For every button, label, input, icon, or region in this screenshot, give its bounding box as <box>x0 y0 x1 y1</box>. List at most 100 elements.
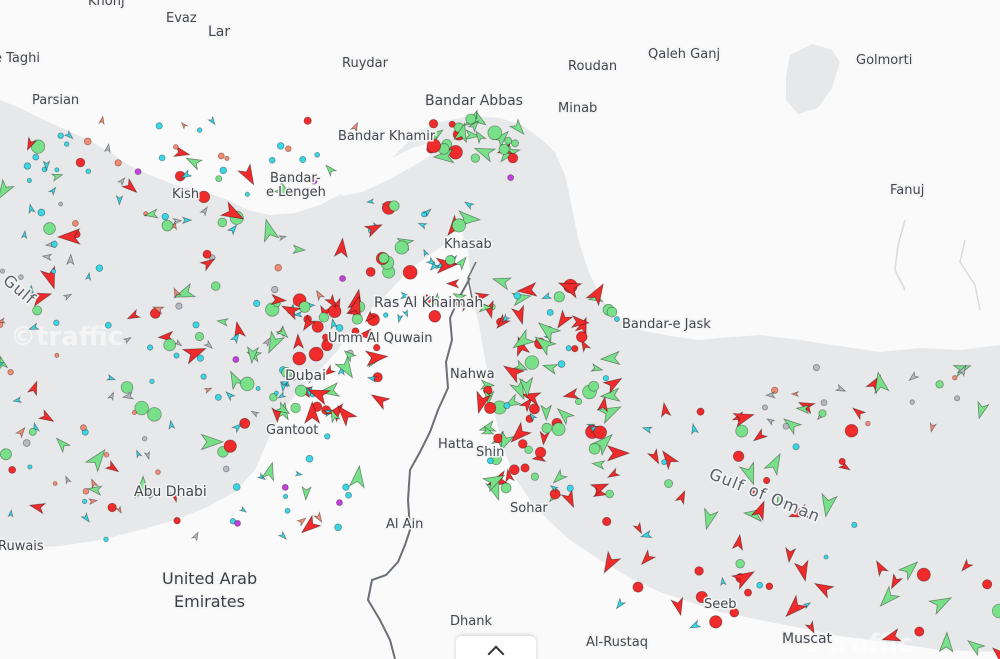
vessel-marker[interactable] <box>155 469 161 475</box>
vessel-marker[interactable] <box>85 168 92 175</box>
vessel-marker[interactable] <box>823 554 829 560</box>
vessel-marker[interactable] <box>53 319 60 326</box>
vessel-marker[interactable] <box>131 409 137 416</box>
vessel-marker[interactable] <box>104 321 112 329</box>
vessel-marker[interactable] <box>743 588 752 597</box>
vessel-marker[interactable] <box>500 482 512 494</box>
vessel-marker[interactable] <box>26 177 32 183</box>
vessel-marker[interactable] <box>120 381 134 394</box>
vessel-marker[interactable] <box>546 309 554 316</box>
vessel-marker[interactable] <box>820 399 828 407</box>
vessel-marker[interactable] <box>282 493 289 500</box>
vessel-marker[interactable] <box>114 159 122 167</box>
vessel-marker[interactable] <box>232 483 241 491</box>
vessel-marker[interactable] <box>782 422 790 430</box>
vessel-marker[interactable] <box>909 399 915 405</box>
vessel-marker[interactable] <box>276 142 285 150</box>
vessel-marker[interactable] <box>141 435 148 442</box>
vessel-marker[interactable] <box>274 263 283 272</box>
vessel-marker[interactable] <box>64 141 70 147</box>
vessel-marker[interactable] <box>520 463 530 473</box>
vessel-marker[interactable] <box>557 360 566 368</box>
vessel-marker[interactable] <box>696 407 705 416</box>
vessel-marker[interactable] <box>95 264 104 272</box>
vessel-marker[interactable] <box>7 368 14 376</box>
vessel-marker[interactable] <box>345 491 352 499</box>
vessel-marker[interactable] <box>735 559 745 569</box>
vessel-marker[interactable] <box>566 484 574 492</box>
vessel-marker[interactable] <box>334 523 342 532</box>
vessel-marker[interactable] <box>318 312 330 323</box>
vessel-marker[interactable] <box>219 166 228 175</box>
vessel-marker[interactable] <box>935 380 944 389</box>
vessel-marker[interactable] <box>217 152 225 160</box>
vessel-marker[interactable] <box>43 222 56 235</box>
vessel-marker[interactable] <box>217 217 228 228</box>
vessel-marker[interactable] <box>292 351 307 366</box>
vessel-marker[interactable] <box>23 162 32 170</box>
vessel-marker[interactable] <box>32 153 40 161</box>
vessel-marker[interactable] <box>253 299 261 308</box>
vessel-marker[interactable] <box>54 352 60 358</box>
vessel-marker[interactable] <box>58 201 64 207</box>
vessel-marker[interactable] <box>756 581 764 589</box>
vessel-marker[interactable] <box>303 116 312 125</box>
marine-traffic-map[interactable]: ©traffic ©traffic Khonj Evaz Lar e Taghi… <box>0 0 1000 659</box>
vessel-marker[interactable] <box>351 313 363 325</box>
vessel-marker[interactable] <box>735 424 749 438</box>
vessel-marker[interactable] <box>534 446 547 459</box>
vessel-marker[interactable] <box>914 626 925 637</box>
vessel-marker[interactable] <box>240 376 255 392</box>
vessel-marker[interactable] <box>524 355 540 370</box>
vessel-marker[interactable] <box>294 384 308 397</box>
vessel-marker[interactable] <box>146 344 154 351</box>
vessel-marker[interactable] <box>336 499 343 506</box>
vessel-marker[interactable] <box>194 331 205 342</box>
vessel-marker[interactable] <box>388 200 400 212</box>
vessel-marker[interactable] <box>709 615 723 629</box>
vessel-marker[interactable] <box>664 479 674 488</box>
vessel-marker[interactable] <box>661 459 668 466</box>
vessel-marker[interactable] <box>202 249 212 259</box>
vessel-marker[interactable] <box>155 122 163 130</box>
vessel-marker[interactable] <box>255 385 261 391</box>
vessel-marker[interactable] <box>402 264 418 280</box>
vessel-marker[interactable] <box>149 378 155 385</box>
vessel-marker[interactable] <box>574 397 583 406</box>
vessel-marker[interactable] <box>196 127 203 133</box>
vessel-marker[interactable] <box>22 439 31 447</box>
vessel-marker[interactable] <box>37 208 46 217</box>
vessel-marker[interactable] <box>244 191 250 197</box>
vessel-marker[interactable] <box>507 152 519 164</box>
vessel-marker[interactable] <box>0 268 6 274</box>
vessel-marker[interactable] <box>982 579 993 590</box>
vessel-marker[interactable] <box>818 409 827 418</box>
vessel-marker[interactable] <box>504 136 513 145</box>
expand-panel-button[interactable] <box>456 636 536 659</box>
vessel-marker[interactable] <box>298 301 311 313</box>
vessel-marker[interactable] <box>952 375 958 381</box>
vessel-marker[interactable] <box>606 306 618 318</box>
vessel-marker[interactable] <box>694 566 704 576</box>
vessel-marker[interactable] <box>365 266 376 277</box>
vessel-marker[interactable] <box>224 155 230 161</box>
vessel-marker[interactable] <box>0 448 12 461</box>
vessel-marker[interactable] <box>632 581 644 593</box>
vessel-marker[interactable] <box>865 420 871 427</box>
vessel-marker[interactable] <box>82 488 90 495</box>
vessel-marker[interactable] <box>602 375 610 382</box>
vessel-marker[interactable] <box>28 427 37 436</box>
vessel-marker[interactable] <box>57 132 64 139</box>
vessel-marker[interactable] <box>161 219 174 232</box>
vessel-marker[interactable] <box>192 321 200 329</box>
vessel-marker[interactable] <box>311 320 324 333</box>
vessel-marker[interactable] <box>82 498 88 504</box>
vessel-marker[interactable] <box>339 275 346 282</box>
vessel-marker[interactable] <box>52 481 58 486</box>
vessel-marker[interactable] <box>383 312 389 318</box>
vessel-marker[interactable] <box>511 139 519 148</box>
vessel-marker[interactable] <box>284 145 292 153</box>
vessel-marker[interactable] <box>445 255 456 266</box>
vessel-marker[interactable] <box>838 457 846 466</box>
vessel-marker[interactable] <box>175 302 183 310</box>
